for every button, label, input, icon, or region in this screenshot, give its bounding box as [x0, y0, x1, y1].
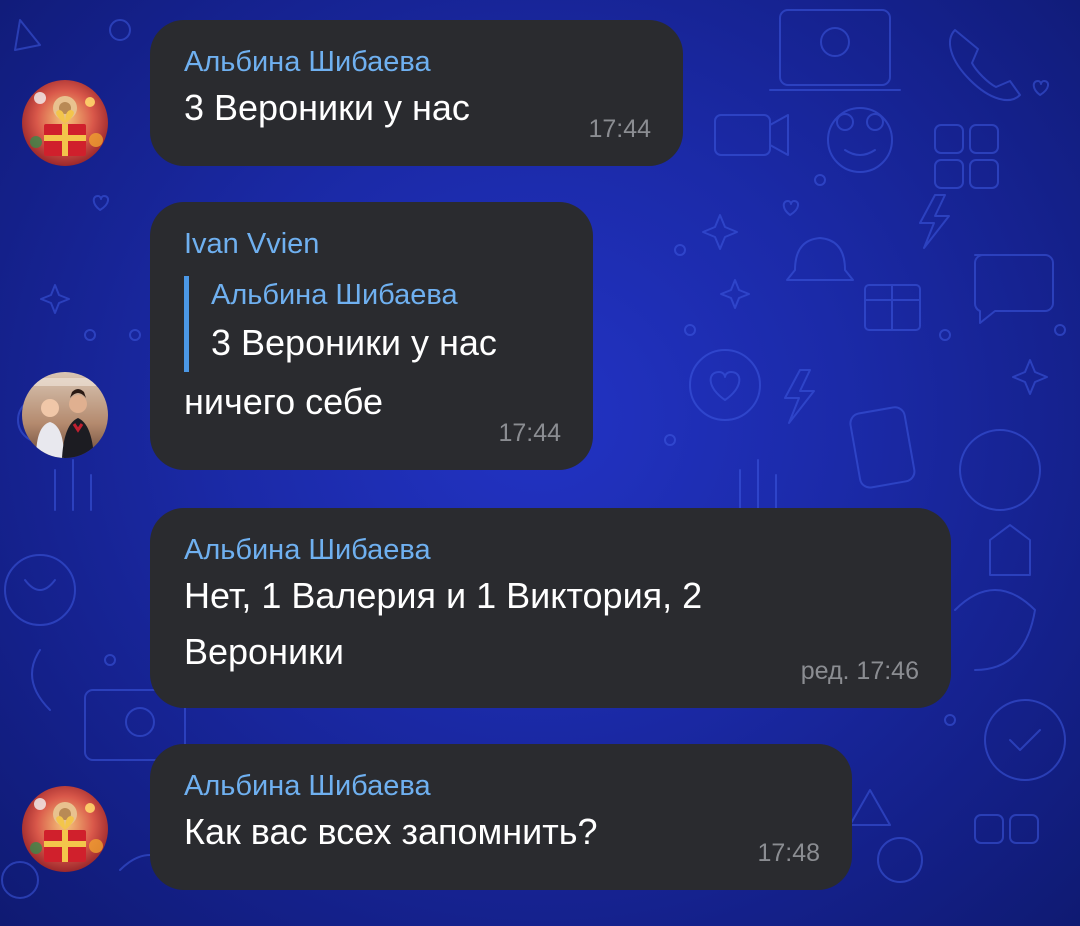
- sender-name[interactable]: Альбина Шибаева: [184, 44, 649, 80]
- message-bubble[interactable]: Ivan Vvien Альбина Шибаева 3 Вероники у …: [150, 202, 593, 470]
- couple-photo-avatar[interactable]: [22, 372, 108, 458]
- gift-avatar-icon[interactable]: [22, 786, 108, 872]
- message-text: Как вас всех запомнить?: [184, 811, 598, 852]
- sender-name[interactable]: Альбина Шибаева: [184, 768, 818, 804]
- reply-text: 3 Вероники у нас: [211, 322, 497, 363]
- message-bubble[interactable]: Альбина Шибаева 3 Вероники у нас 17:44: [150, 20, 683, 166]
- message-time: 17:44: [498, 419, 561, 447]
- message-text-line-1: Нет, 1 Валерия и 1 Виктория, 2: [184, 575, 703, 616]
- message-time: 17:48: [757, 839, 820, 867]
- message-text: 3 Вероники у нас: [184, 87, 470, 128]
- message-bubble[interactable]: Альбина Шибаева Как вас всех запомнить? …: [150, 744, 852, 890]
- gift-avatar-icon[interactable]: [22, 80, 108, 166]
- message-time: 17:44: [588, 115, 651, 143]
- message-bubble[interactable]: Альбина Шибаева Нет, 1 Валерия и 1 Викто…: [150, 508, 951, 708]
- message-time-edited: ред. 17:46: [800, 657, 919, 685]
- reply-quote[interactable]: Альбина Шибаева 3 Вероники у нас: [184, 276, 559, 372]
- sender-name[interactable]: Альбина Шибаева: [184, 532, 917, 568]
- sender-name[interactable]: Ivan Vvien: [184, 226, 559, 262]
- reply-sender-name: Альбина Шибаева: [211, 279, 458, 311]
